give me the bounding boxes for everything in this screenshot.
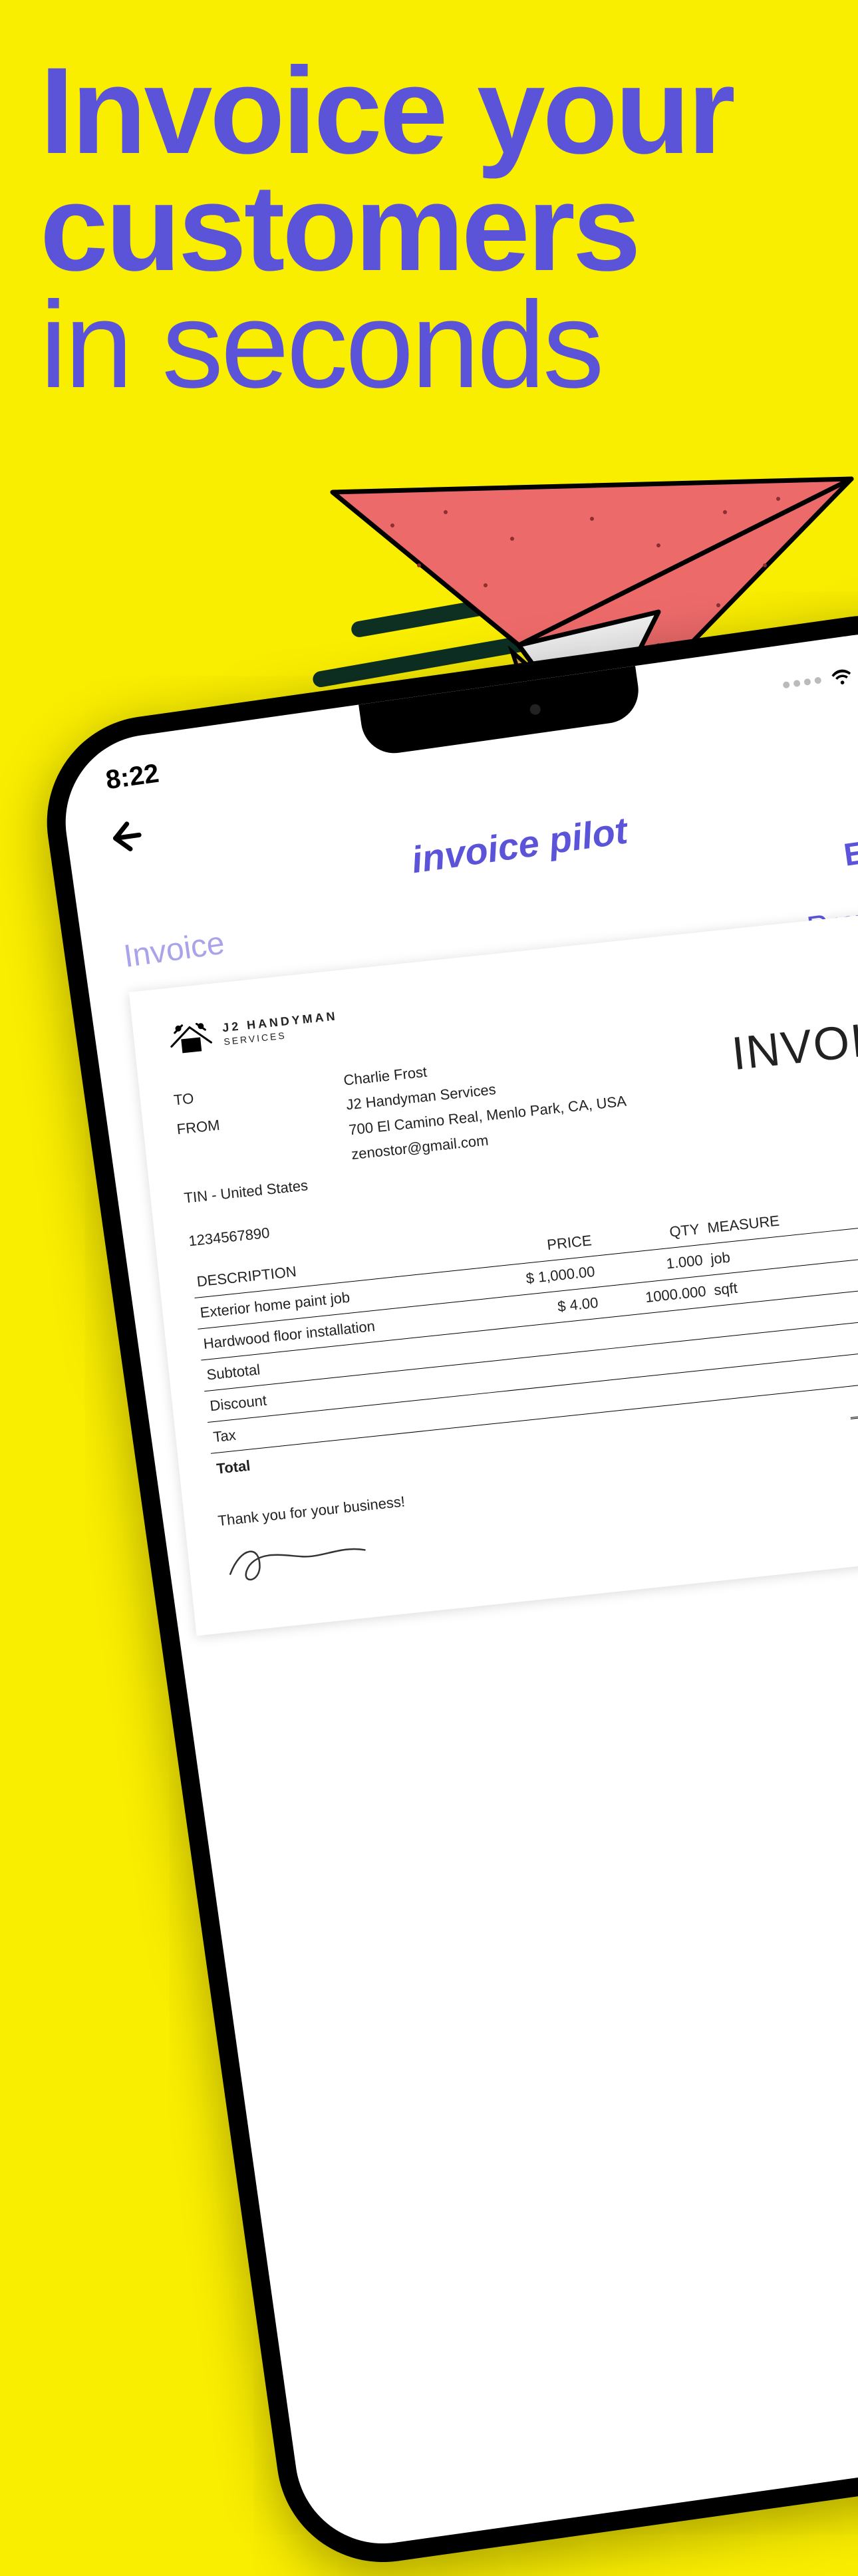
status-right (781, 654, 858, 700)
cellular-dots-icon (783, 676, 822, 688)
headline-line-2: customers (40, 170, 733, 287)
phone-screen: 8:22 invoice pilot Invoice Edit (55, 623, 858, 2555)
edit-button[interactable]: Edit (841, 829, 858, 874)
invoice-document: J2 HANDYMAN SERVICES TO FROM TIN - Unite… (129, 906, 858, 1636)
phone-frame: 8:22 invoice pilot Invoice Edit (33, 602, 858, 2576)
headline-line-1: Invoice your (40, 53, 733, 170)
headline-line-3: in seconds (40, 287, 733, 404)
handyman-logo-icon (166, 1017, 216, 1060)
arrow-left-icon (105, 817, 146, 857)
wifi-icon (828, 660, 855, 693)
marketing-headline: Invoice your customers in seconds (40, 53, 733, 404)
col-amount: AMOUNT (827, 1188, 858, 1231)
invoice-title: INVOICE (730, 1006, 858, 1080)
status-time: 8:22 (104, 758, 161, 795)
invoice-mode-button[interactable]: Invoice (122, 925, 227, 975)
